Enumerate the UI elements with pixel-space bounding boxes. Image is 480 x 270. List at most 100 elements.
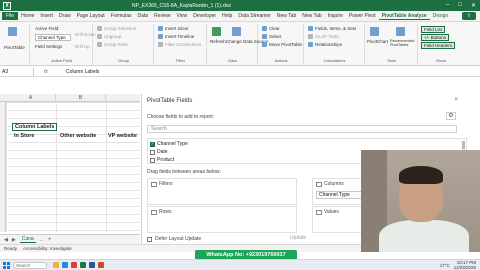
insert-slicer-button[interactable]: Insert Slicer (158, 26, 189, 31)
defer-label: Defer Layout Update (155, 236, 202, 242)
cell-vp-website[interactable]: VP website (108, 133, 137, 139)
more-sheets-icon[interactable]: ... (40, 237, 44, 243)
cell-column-labels[interactable]: Column Labels (12, 123, 58, 131)
relationships-button[interactable]: Relationships (308, 42, 342, 47)
fx-icon[interactable]: fx (34, 69, 58, 75)
field-product[interactable]: Product (150, 157, 174, 163)
field-label: Channel Type (157, 141, 188, 147)
active-field-input[interactable]: Channel Type (35, 34, 71, 41)
field-list-toggle[interactable]: Field List (421, 26, 446, 33)
cell-in-store[interactable]: In Store (14, 133, 34, 139)
column-header-a[interactable]: A (6, 94, 56, 102)
pivottable-button[interactable]: PivotTable (4, 45, 25, 50)
group-field-button[interactable]: Group Field (97, 42, 128, 47)
group-selection-button[interactable]: Group Selection (97, 26, 136, 31)
field-headers-toggle[interactable]: Field Headers (421, 42, 456, 49)
column-header-b[interactable]: B (56, 94, 106, 102)
worksheet-grid[interactable]: A B Column Labels In Store Other website… (0, 94, 140, 234)
tab-file[interactable]: File (2, 12, 19, 20)
tab-design[interactable]: Design (430, 13, 452, 19)
share-button[interactable]: ⇪ (461, 12, 476, 20)
select-button[interactable]: Select (262, 34, 282, 39)
clock[interactable]: 10:17 PM 11/03/2025 (454, 260, 476, 270)
tab-insert[interactable]: Insert (37, 13, 56, 19)
taskbar-search[interactable]: Search (13, 261, 47, 269)
field-search-input[interactable]: Search (147, 125, 457, 133)
tab-help[interactable]: Help (219, 13, 235, 19)
add-sheet-icon[interactable]: + (48, 237, 52, 243)
filter-connections-button[interactable]: Filter Connections (158, 42, 201, 47)
clear-button[interactable]: Clear (262, 26, 280, 31)
ribbon-group-active-field: Active Field: Channel Type Field Setting… (31, 24, 96, 64)
rows-icon (151, 209, 157, 215)
values-label: Values (324, 209, 339, 215)
sheet-tab-cana[interactable]: Cana (19, 236, 36, 243)
tab-formulas[interactable]: Formulas (108, 13, 135, 19)
field-channel-type[interactable]: ✓ Channel Type (150, 141, 188, 147)
update-button[interactable]: Update (290, 235, 306, 241)
tab-pivottable-analyze[interactable]: PivotTable Analyze (378, 13, 430, 20)
refresh-icon[interactable] (212, 27, 221, 36)
tab-new-tab-1[interactable]: New Tab (274, 13, 299, 19)
plus-minus-buttons-toggle[interactable]: +/- Buttons (421, 34, 449, 41)
formula-bar: A3 fx Column Labels (0, 67, 480, 77)
drill-up-button[interactable]: Drill Up (75, 44, 90, 49)
tab-power-pivot[interactable]: Power Pivot (346, 13, 379, 19)
edge-icon[interactable] (62, 262, 68, 268)
refresh-button[interactable]: Refresh (210, 39, 226, 44)
gear-icon[interactable]: ⚙ (446, 112, 456, 120)
window-title: NP_EX365_CS5-8A_KaylaRankin_1 (1).xlsx (132, 2, 231, 9)
weather-temp[interactable]: 17°C (440, 263, 450, 268)
field-settings-button[interactable]: Field Settings (35, 44, 62, 49)
close-icon[interactable]: ✕ (471, 2, 476, 9)
cell-other-website[interactable]: Other website (60, 133, 96, 139)
maximize-icon[interactable]: □ (458, 2, 462, 9)
tab-view[interactable]: View (174, 13, 191, 19)
ungroup-button[interactable]: Ungroup (97, 34, 121, 39)
accessibility-status[interactable]: Accessibility: Investigate (23, 246, 72, 251)
pivotchart-button[interactable]: PivotChart (367, 39, 388, 44)
insert-timeline-button[interactable]: Insert Timeline (158, 34, 194, 39)
olap-tools-button[interactable]: OLAP Tools (308, 34, 339, 39)
tab-review[interactable]: Review (151, 13, 173, 19)
checkbox-icon[interactable] (150, 149, 155, 155)
sheet-prev-icon[interactable]: ◀ (4, 237, 8, 243)
filters-label: Filters (159, 181, 173, 187)
tab-new-tab-2[interactable]: New Tab (299, 13, 324, 19)
formula-input[interactable]: Column Labels (58, 69, 99, 75)
checkbox-checked-icon[interactable]: ✓ (150, 141, 155, 147)
pivottable-options-icon[interactable] (8, 27, 17, 36)
checkbox-icon[interactable] (150, 157, 155, 163)
tab-home[interactable]: Home (18, 13, 37, 19)
change-data-source-icon[interactable] (232, 27, 241, 36)
tab-data[interactable]: Data (135, 13, 152, 19)
name-box[interactable]: A3 (0, 67, 34, 76)
drill-down-button[interactable]: Drill Down (75, 32, 96, 37)
checkbox-icon[interactable] (147, 236, 152, 242)
tab-data-streamer[interactable]: Data Streamer (235, 13, 274, 19)
recommended-pivottables-icon[interactable] (396, 27, 405, 36)
pivotchart-icon[interactable] (370, 27, 379, 36)
filters-area[interactable]: Filters (147, 178, 297, 205)
tab-page-layout[interactable]: Page Layout (74, 13, 108, 19)
sheet-next-icon[interactable]: ▶ (12, 237, 16, 243)
tab-inquire[interactable]: Inquire (325, 13, 346, 19)
excel-icon[interactable] (80, 262, 86, 268)
tab-developer[interactable]: Developer (190, 13, 219, 19)
chrome-icon[interactable] (71, 262, 77, 268)
rows-area[interactable]: Rows (147, 206, 297, 233)
file-explorer-icon[interactable] (53, 262, 59, 268)
title-bar: X NP_EX365_CS5-8A_KaylaRankin_1 (1).xlsx… (0, 0, 480, 11)
windows-start-icon[interactable] (3, 261, 10, 269)
recommended-pivottables-button[interactable]: Recommended PivotTables (390, 39, 418, 47)
defer-layout-update[interactable]: Defer Layout Update (147, 236, 201, 242)
move-pivottable-button[interactable]: Move PivotTable (262, 42, 302, 47)
word-icon[interactable] (89, 262, 95, 268)
tab-draw[interactable]: Draw (56, 13, 74, 19)
cells-area[interactable]: Column Labels In Store Other website VP … (6, 102, 140, 232)
fields-items-sets-button[interactable]: Fields, Items, & Sets (308, 26, 356, 31)
field-date[interactable]: Date (150, 149, 168, 155)
minimize-icon[interactable]: – (446, 2, 449, 9)
close-icon[interactable]: × (454, 97, 458, 103)
powerpoint-icon[interactable] (98, 262, 104, 268)
